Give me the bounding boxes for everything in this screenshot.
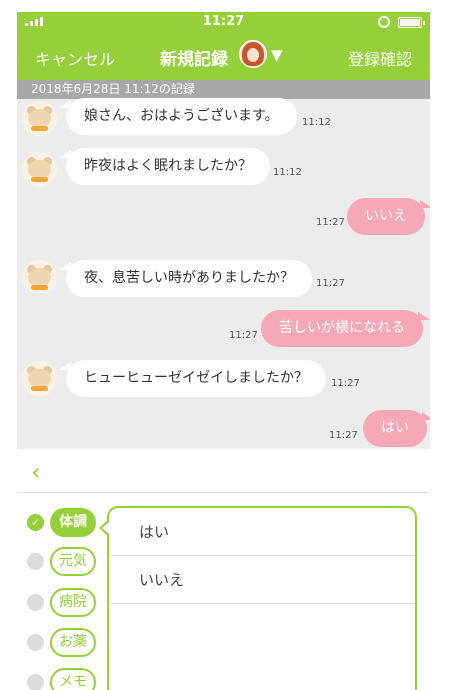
rotation-lock-icon bbox=[378, 16, 390, 28]
category-label: 病院 bbox=[50, 588, 96, 617]
bot-avatar bbox=[22, 152, 57, 187]
status-time: 11:27 bbox=[202, 14, 245, 29]
message-time: 11:12 bbox=[273, 167, 302, 178]
check-icon: ✓ bbox=[27, 514, 44, 531]
user-message: いいえ bbox=[347, 198, 430, 235]
radio-icon bbox=[27, 674, 44, 690]
status-bar: 11:27 bbox=[17, 12, 430, 32]
battery-icon bbox=[398, 17, 425, 28]
category-item-memo[interactable]: メモ bbox=[27, 668, 96, 690]
bot-avatar bbox=[22, 361, 57, 396]
answer-options: はい いいえ bbox=[99, 506, 417, 690]
chat-log[interactable]: 2018年6月28日 11:12の記録 娘さん、おはようございます。 11:12… bbox=[17, 80, 430, 449]
chevron-down-icon[interactable]: ▼ bbox=[271, 46, 283, 64]
user-message: はい bbox=[363, 410, 430, 447]
chevron-left-icon[interactable]: ‹ bbox=[31, 458, 41, 486]
option-no[interactable]: いいえ bbox=[109, 556, 415, 604]
bot-message: ヒューヒューゼイゼイしましたか？ bbox=[59, 360, 326, 397]
category-label: 元気 bbox=[50, 547, 96, 576]
bot-message: 夜、息苦しい時がありましたか？ bbox=[59, 260, 312, 297]
user-message: 苦しいが横になれる bbox=[261, 310, 430, 347]
radio-icon bbox=[27, 594, 44, 611]
category-label: お薬 bbox=[50, 628, 96, 657]
bot-message: 昨夜はよく眠れましたか？ bbox=[59, 148, 270, 185]
message-time: 11:12 bbox=[302, 117, 331, 128]
nav-bar: キャンセル 新規記録 ▼ 登録確認 bbox=[17, 32, 430, 80]
page-title: 新規記録 bbox=[160, 50, 228, 70]
date-header: 2018年6月28日 11:12の記録 bbox=[17, 80, 430, 99]
avatar[interactable] bbox=[239, 40, 267, 68]
app-screen: 11:27 キャンセル 新規記録 ▼ 登録確認 2018年6月28日 11:12… bbox=[17, 12, 430, 690]
cancel-button[interactable]: キャンセル bbox=[35, 46, 115, 70]
message-time: 11:27 bbox=[229, 330, 258, 341]
option-yes[interactable]: はい bbox=[109, 508, 415, 556]
message-time: 11:27 bbox=[316, 278, 345, 289]
bot-avatar bbox=[22, 101, 57, 136]
message-time: 11:27 bbox=[316, 217, 345, 228]
category-label: メモ bbox=[50, 668, 96, 690]
radio-icon bbox=[27, 634, 44, 651]
category-item-hospital[interactable]: 病院 bbox=[27, 588, 96, 617]
bot-avatar bbox=[22, 260, 57, 295]
radio-icon bbox=[27, 553, 44, 570]
bot-message: 娘さん、おはようございます。 bbox=[59, 98, 297, 135]
confirm-button[interactable]: 登録確認 bbox=[348, 46, 412, 70]
message-time: 11:27 bbox=[329, 430, 358, 441]
category-item-medicine[interactable]: お薬 bbox=[27, 628, 96, 657]
category-label: 体調 bbox=[50, 508, 96, 537]
category-item-energy[interactable]: 元気 bbox=[27, 547, 96, 576]
category-item-condition[interactable]: ✓ 体調 bbox=[27, 508, 96, 537]
message-time: 11:27 bbox=[331, 378, 360, 389]
panel-header: ‹ bbox=[17, 449, 430, 493]
